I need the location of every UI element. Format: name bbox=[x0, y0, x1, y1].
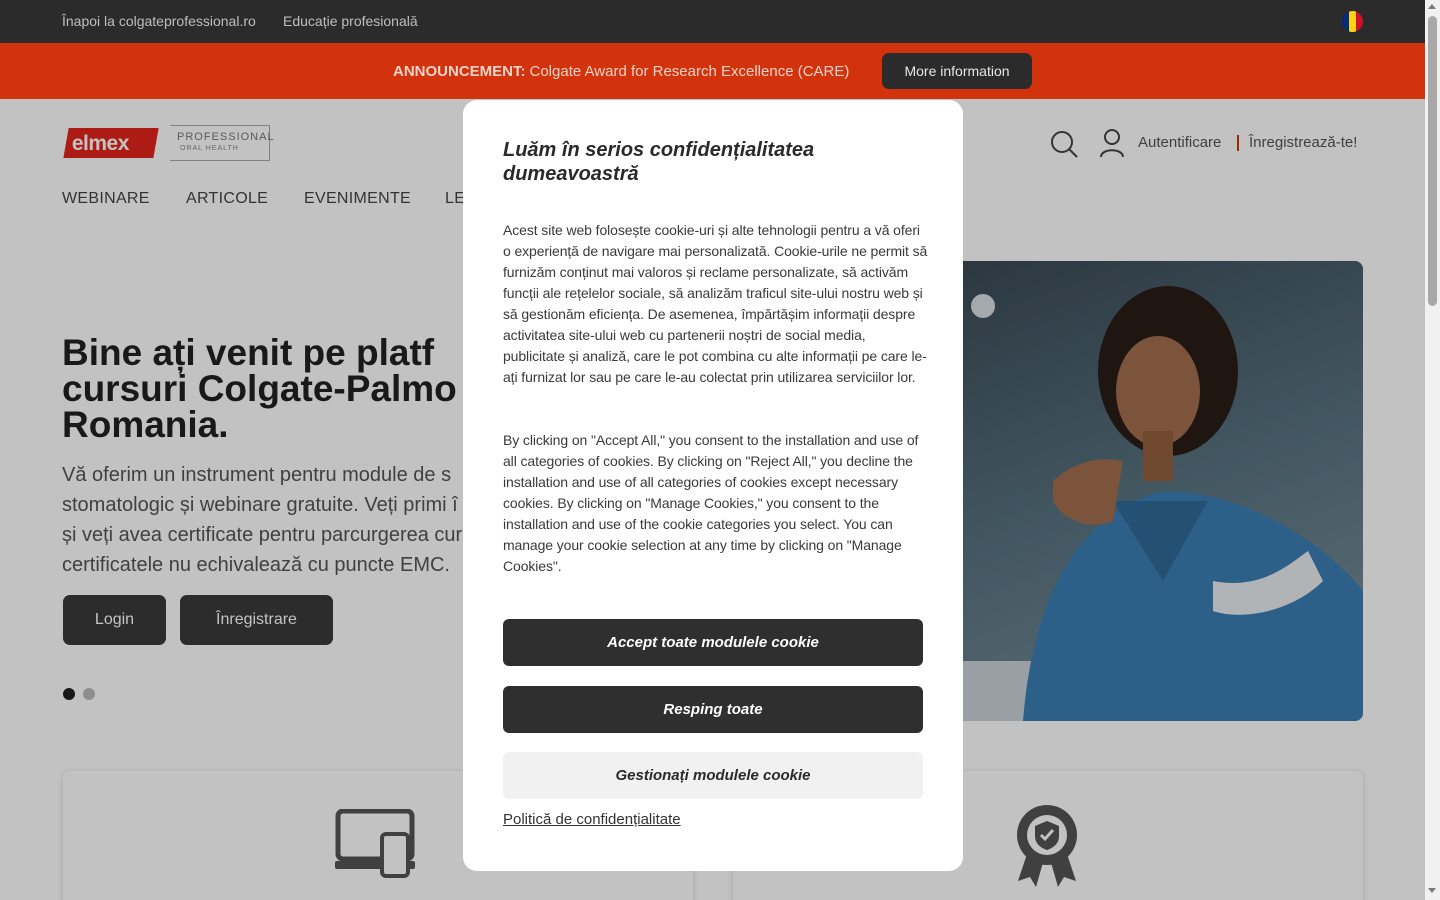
scroll-up-arrow-icon[interactable] bbox=[1428, 4, 1436, 9]
cookie-consent-modal: Luăm în serios confidențialitatea dumeav… bbox=[463, 100, 963, 871]
professional-education-link[interactable]: Educație profesională bbox=[283, 13, 418, 29]
cookie-modal-paragraph-1: Acest site web folosește cookie-uri și a… bbox=[503, 222, 928, 385]
more-information-button[interactable]: More information bbox=[882, 53, 1032, 89]
manage-cookies-button[interactable]: Gestionați modulele cookie bbox=[503, 752, 923, 799]
reject-all-cookies-button[interactable]: Resping toate bbox=[503, 686, 923, 733]
top-utility-bar: Înapoi la colgateprofessional.ro Educați… bbox=[0, 0, 1425, 43]
announcement-text: ANNOUNCEMENT: Colgate Award for Research … bbox=[393, 63, 849, 80]
cookie-modal-paragraph-2: By clicking on "Accept All," you consent… bbox=[503, 432, 919, 574]
announcement-message: Colgate Award for Research Excellence (C… bbox=[529, 63, 850, 80]
page-scrollbar[interactable] bbox=[1425, 0, 1440, 900]
accept-all-cookies-button[interactable]: Accept toate modulele cookie bbox=[503, 619, 923, 666]
privacy-policy-link[interactable]: Politică de confidențialitate bbox=[503, 811, 681, 828]
romania-flag-icon[interactable] bbox=[1342, 11, 1363, 32]
announcement-bar: ANNOUNCEMENT: Colgate Award for Research … bbox=[0, 43, 1425, 99]
scrollbar-thumb[interactable] bbox=[1428, 16, 1437, 306]
cookie-modal-title: Luăm în serios confidențialitatea dumeav… bbox=[503, 139, 815, 185]
back-to-site-link[interactable]: Înapoi la colgateprofessional.ro bbox=[62, 13, 256, 29]
announcement-label: ANNOUNCEMENT: bbox=[393, 63, 526, 80]
scroll-down-arrow-icon[interactable] bbox=[1428, 888, 1436, 893]
